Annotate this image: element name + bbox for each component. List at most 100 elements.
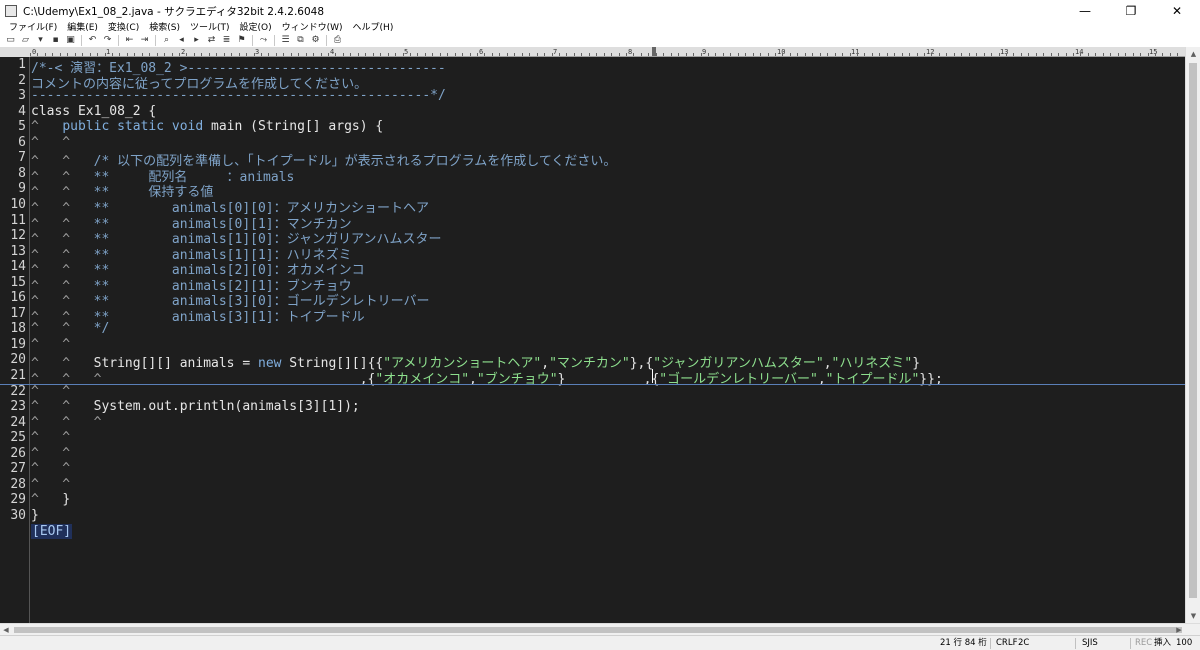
line-number[interactable]: 1 [0,57,26,72]
macro-icon[interactable]: ⚙ [310,35,321,46]
undo-icon[interactable]: ↶ [87,35,98,46]
menu-edit[interactable]: 編集(E) [62,20,103,33]
code-line[interactable]: ----------------------------------------… [31,88,446,103]
code-line[interactable]: ^ ^ [31,477,70,492]
encoding[interactable]: SJIS [1082,636,1098,650]
open-file-icon[interactable]: ▱ [20,35,31,46]
line-number[interactable]: 10 [0,197,26,212]
code-line[interactable]: ^ ^ */ [31,321,109,336]
code-line[interactable]: [EOF] [31,523,73,539]
line-number[interactable]: 26 [0,446,26,461]
menu-window[interactable]: ウィンドウ(W) [277,20,348,33]
scroll-down-arrow-icon[interactable]: ▼ [1186,609,1200,623]
line-number[interactable]: 14 [0,259,26,274]
code-line[interactable]: class Ex1_08_2 { [31,104,156,119]
line-ending[interactable]: CRLF [996,636,1017,650]
line-number[interactable]: 24 [0,415,26,430]
ruler-tick [760,53,762,56]
line-number[interactable]: 9 [0,181,26,196]
line-number[interactable]: 7 [0,150,26,165]
horizontal-scroll-thumb[interactable] [14,627,1182,633]
line-number[interactable]: 2 [0,73,26,88]
cursor-position[interactable]: 21 行 84 桁 [940,636,987,650]
ruler-number: 3 [255,48,260,56]
new-file-icon[interactable]: ▭ [5,35,16,46]
code-line[interactable]: ^ ^ [31,384,70,399]
line-number[interactable]: 30 [0,508,26,523]
ruler-number: 11 [851,48,860,56]
menu-file[interactable]: ファイル(F) [4,20,62,33]
line-number[interactable]: 27 [0,461,26,476]
ruler-tick [693,53,695,56]
line-number[interactable]: 8 [0,166,26,181]
line-number[interactable]: 22 [0,384,26,399]
line-number[interactable]: 12 [0,228,26,243]
ruler-tick [514,53,516,56]
jump-forward-icon[interactable]: ⇥ [139,35,150,46]
ruler-tick [298,53,300,56]
line-number[interactable]: 28 [0,477,26,492]
code-line[interactable]: ^ ^ [31,135,70,150]
line-number[interactable]: 3 [0,88,26,103]
line-number[interactable]: 13 [0,244,26,259]
compare-icon[interactable]: ⧉ [295,35,306,46]
rec-indicator: REC [1135,638,1153,648]
ruler-tick [916,53,918,56]
menu-convert[interactable]: 変換(C) [103,20,144,33]
line-number[interactable]: 16 [0,290,26,305]
ruler-tick [208,53,210,56]
code-line[interactable]: ^ } [31,492,70,507]
vertical-scrollbar[interactable]: ▲ ▼ [1185,47,1200,623]
line-number[interactable]: 5 [0,119,26,134]
line-number[interactable]: 20 [0,352,26,367]
insert-mode[interactable]: 挿入 [1154,636,1171,650]
code-line[interactable]: } [31,508,39,523]
find-prev-icon[interactable]: ◂ [176,35,187,46]
menu-help[interactable]: ヘルプ(H) [348,20,399,33]
bookmark-icon[interactable]: ⚑ [236,35,247,46]
ruler-tick [328,53,329,56]
line-number[interactable]: 17 [0,306,26,321]
grep-icon[interactable]: ≣ [221,35,232,46]
ruler-number: 1 [106,48,111,56]
line-number[interactable]: 23 [0,399,26,414]
horizontal-scrollbar[interactable]: ◀ ▶ [0,623,1200,635]
code-line[interactable]: ^ ^ System.out.println(animals[3][1]); [31,399,360,414]
code-line[interactable]: ^ ^ [31,446,70,461]
line-number[interactable]: 21 [0,368,26,383]
dropdown-icon[interactable]: ▾ [35,35,46,46]
ruler-tick [1050,53,1052,56]
line-number[interactable]: 15 [0,275,26,290]
line-number[interactable]: 18 [0,321,26,336]
outline-icon[interactable]: ☰ [280,35,291,46]
code-line[interactable]: ^ ^ [31,461,70,476]
code-line[interactable]: ^ ^ ^ [31,415,101,430]
replace-icon[interactable]: ⇄ [206,35,217,46]
redo-icon[interactable]: ↷ [102,35,113,46]
line-number[interactable]: 11 [0,213,26,228]
menu-settings[interactable]: 設定(O) [235,20,277,33]
line-number[interactable]: 29 [0,492,26,507]
scroll-up-arrow-icon[interactable]: ▲ [1186,47,1200,61]
editor-area[interactable]: 0 1 2 3 4 5 6 7 8 9 10 11 12 13 14 15 1/… [0,47,1200,623]
vertical-scroll-thumb[interactable] [1189,63,1197,598]
jump-back-icon[interactable]: ⇤ [124,35,135,46]
menu-search[interactable]: 検索(S) [144,20,185,33]
status-bar: 21 行 84 桁 CRLF 2C SJIS REC 挿入 100 % [0,635,1200,650]
code-line[interactable]: ^ public static void main (String[] args… [31,119,383,134]
save-all-icon[interactable]: ▣ [65,35,76,46]
save-icon[interactable]: ▪ [50,35,61,46]
line-number[interactable]: 4 [0,104,26,119]
code-line[interactable]: ^ ^ [31,430,70,445]
line-number[interactable]: 19 [0,337,26,352]
line-number[interactable]: 6 [0,135,26,150]
find-next-icon[interactable]: ▸ [191,35,202,46]
print-icon[interactable]: ⎙ [332,35,343,46]
ruler-tick [372,53,374,56]
code-line[interactable]: ^ ^ [31,337,70,352]
tag-jump-icon[interactable]: ⤳ [258,35,269,46]
find-icon[interactable]: ⌕ [161,35,172,46]
line-number[interactable]: 25 [0,430,26,445]
ruler-number: 0 [32,48,37,56]
menu-tools[interactable]: ツール(T) [185,20,235,33]
